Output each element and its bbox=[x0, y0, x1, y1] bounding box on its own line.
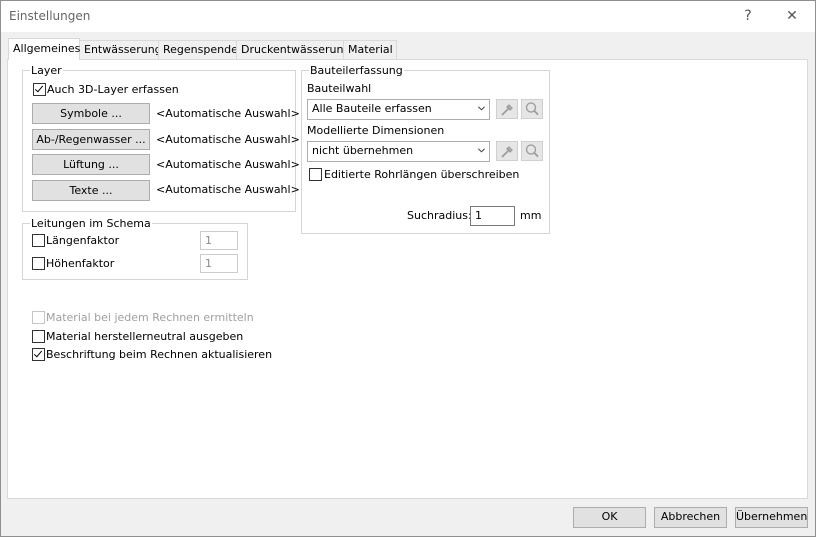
dimensions-value: nicht übernehmen bbox=[312, 144, 414, 157]
tab-druckentwaesserung[interactable]: Druckentwässerung bbox=[236, 40, 350, 59]
material-neutral-label: Material herstellerneutral ausgeben bbox=[46, 330, 244, 343]
wastewater-button[interactable]: Ab-/Regenwasser ... bbox=[32, 129, 150, 150]
window-title: Einstellungen bbox=[9, 9, 91, 23]
eyedropper-icon bbox=[501, 104, 513, 116]
symbols-button[interactable]: Symbole ... bbox=[32, 103, 150, 124]
pick-dimension-button[interactable] bbox=[496, 141, 518, 161]
wastewater-selection-value: <Automatische Auswahl> bbox=[156, 133, 300, 146]
tab-entwaesserung[interactable]: Entwässerung bbox=[79, 40, 165, 59]
component-selection-value: Alle Bauteile erfassen bbox=[312, 102, 432, 115]
ok-button[interactable]: OK bbox=[573, 507, 646, 528]
dimensions-dropdown[interactable]: nicht übernehmen bbox=[307, 141, 490, 162]
search-radius-label: Suchradius: bbox=[407, 209, 472, 222]
ventilation-button[interactable]: Lüftung ... bbox=[32, 154, 150, 175]
component-selection-label: Bauteilwahl bbox=[307, 82, 372, 95]
material-each-calc-label: Material bei jedem Rechnen ermitteln bbox=[46, 311, 254, 324]
also-3d-layer-label: Auch 3D-Layer erfassen bbox=[47, 83, 179, 96]
magnifier-icon bbox=[525, 144, 539, 158]
update-labels-checkbox[interactable] bbox=[32, 348, 45, 361]
texts-button[interactable]: Texte ... bbox=[32, 180, 150, 201]
texts-selection-value: <Automatische Auswahl> bbox=[156, 183, 300, 196]
tab-material[interactable]: Material bbox=[343, 40, 397, 59]
schema-group-title: Leitungen im Schema bbox=[30, 217, 152, 230]
chevron-down-icon bbox=[478, 148, 485, 153]
chevron-down-icon bbox=[478, 106, 485, 111]
component-group-title: Bauteilerfassung bbox=[309, 64, 404, 77]
help-icon[interactable]: ? bbox=[731, 4, 765, 28]
find-component-button[interactable] bbox=[521, 99, 543, 119]
tab-allgemeines[interactable]: Allgemeines bbox=[8, 38, 80, 60]
symbols-selection-value: <Automatische Auswahl> bbox=[156, 107, 300, 120]
close-icon[interactable]: ✕ bbox=[775, 4, 809, 28]
material-each-calc-checkbox[interactable] bbox=[32, 311, 45, 324]
cancel-button[interactable]: Abbrechen bbox=[654, 507, 727, 528]
height-factor-label: Höhenfaktor bbox=[46, 257, 115, 270]
apply-button[interactable]: Übernehmen bbox=[735, 507, 808, 528]
title-bar bbox=[0, 0, 816, 32]
height-factor-checkbox[interactable] bbox=[32, 257, 45, 270]
overwrite-lengths-checkbox[interactable] bbox=[309, 168, 322, 181]
update-labels-label: Beschriftung beim Rechnen aktualisieren bbox=[46, 348, 273, 361]
pick-component-button[interactable] bbox=[496, 99, 518, 119]
overwrite-lengths-label: Editierte Rohrlängen überschreiben bbox=[324, 168, 520, 181]
search-radius-unit: mm bbox=[520, 209, 542, 222]
eyedropper-icon bbox=[501, 146, 513, 158]
height-factor-input[interactable]: 1 bbox=[200, 254, 238, 273]
length-factor-input[interactable]: 1 bbox=[200, 231, 238, 250]
magnifier-icon bbox=[525, 102, 539, 116]
component-selection-dropdown[interactable]: Alle Bauteile erfassen bbox=[307, 99, 490, 120]
length-factor-checkbox[interactable] bbox=[32, 234, 45, 247]
material-neutral-checkbox[interactable] bbox=[32, 330, 45, 343]
ventilation-selection-value: <Automatische Auswahl> bbox=[156, 158, 300, 171]
also-3d-layer-checkbox[interactable] bbox=[33, 83, 46, 96]
tab-regenspende[interactable]: Regenspende bbox=[158, 40, 239, 59]
search-radius-input[interactable]: 1 bbox=[470, 206, 515, 226]
length-factor-label: Längenfaktor bbox=[46, 234, 120, 247]
dimensions-label: Modellierte Dimensionen bbox=[307, 124, 445, 137]
find-dimension-button[interactable] bbox=[521, 141, 543, 161]
layer-group-title: Layer bbox=[30, 64, 63, 77]
